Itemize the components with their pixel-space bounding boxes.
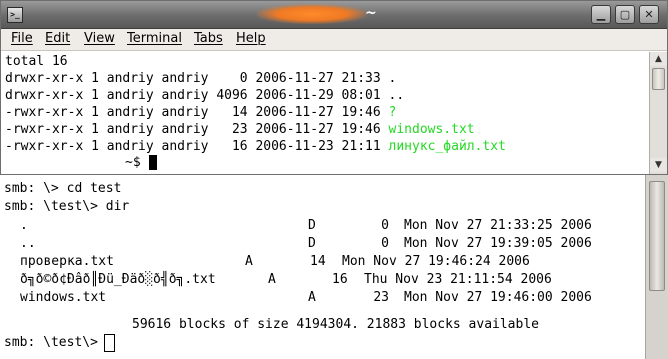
entry-size: 16	[332, 272, 348, 287]
entry-size: 23	[373, 290, 389, 305]
scrollbar-thumb[interactable]	[652, 68, 665, 90]
blocks-summary: 59616 blocks of size 4194304. 21883 bloc…	[132, 317, 539, 332]
entry-attr: A	[268, 272, 276, 287]
window-title: ~	[365, 5, 377, 21]
title-bar[interactable]: >_ ~ ▁ ▢ ✕	[1, 1, 667, 29]
scroll-down-icon[interactable]: ▼	[650, 158, 667, 172]
close-button[interactable]: ✕	[639, 5, 659, 24]
terminal-icon[interactable]: >_	[7, 7, 23, 23]
row-name: ..	[388, 88, 405, 103]
scrollbar-thumb[interactable]	[649, 181, 665, 291]
vertical-scrollbar-lower[interactable]	[645, 175, 668, 359]
text-cursor	[104, 334, 115, 352]
listing-row: drwxr-xr-x 1 andriy andriy 4096 2006-11-…	[5, 88, 404, 103]
smb-command: smb: \> cd test	[4, 181, 122, 196]
entry-size: 0	[381, 236, 389, 251]
row-meta: -rwxr-xr-x 1 andriy andriy 16 2006-11-23…	[5, 139, 389, 154]
shell-prompt: ~$	[125, 155, 149, 170]
row-meta: drwxr-xr-x 1 andriy andriy 0 2006-11-27 …	[5, 71, 389, 86]
entry-date: Mon Nov 27 21:33:25 2006	[404, 218, 592, 233]
listing-row: drwxr-xr-x 1 andriy andriy 0 2006-11-27 …	[5, 71, 396, 86]
smb-prompt: smb: \test\>	[4, 335, 106, 350]
row-meta: -rwxr-xr-x 1 andriy andriy 14 2006-11-27…	[5, 105, 389, 120]
entry-date: Mon Nov 27 19:46:00 2006	[404, 290, 592, 305]
minimize-button[interactable]: ▁	[591, 5, 611, 24]
title-highlight	[257, 4, 367, 24]
entry-attr: A	[245, 254, 253, 269]
smb-command: smb: \test\> dir	[4, 199, 130, 214]
row-meta: -rwxr-xr-x 1 andriy andriy 23 2006-11-27…	[5, 122, 389, 137]
entry-date: Thu Nov 23 21:11:54 2006	[364, 272, 552, 287]
row-name: ?	[388, 105, 397, 120]
menu-help[interactable]: Help	[236, 31, 266, 46]
listing-row: -rwxr-xr-x 1 andriy andriy 16 2006-11-23…	[5, 139, 506, 154]
row-name: линукс_файл.txt	[388, 139, 506, 154]
entry-attr: D	[308, 218, 316, 233]
total-line: total 16	[5, 54, 68, 69]
listing-row: -rwxr-xr-x 1 andriy andriy 14 2006-11-27…	[5, 105, 396, 120]
row-name: .	[388, 71, 397, 86]
entry-attr: A	[308, 290, 316, 305]
entry-name: .	[20, 218, 28, 233]
menu-terminal[interactable]: Terminal	[127, 31, 182, 46]
vertical-scrollbar[interactable]: ▲ ▼	[649, 52, 667, 174]
scroll-up-icon[interactable]: ▲	[650, 52, 667, 66]
entry-name: проверка.txt	[20, 254, 114, 269]
menu-view[interactable]: View	[84, 31, 115, 46]
entry-size: 0	[381, 218, 389, 233]
entry-attr: D	[308, 236, 316, 251]
menu-file[interactable]: File	[11, 31, 33, 46]
row-meta: drwxr-xr-x 1 andriy andriy 4096 2006-11-…	[5, 88, 389, 103]
terminal-window: >_ ~ ▁ ▢ ✕ File Edit View Terminal Tabs …	[0, 0, 668, 175]
entry-date: Mon Nov 27 19:46:24 2006	[342, 254, 530, 269]
menu-edit[interactable]: Edit	[45, 31, 70, 46]
entry-name: ..	[20, 236, 36, 251]
smb-terminal[interactable]: smb: \> cd test smb: \test\> dir . D 0 M…	[0, 178, 645, 359]
listing-row: -rwxr-xr-x 1 andriy andriy 23 2006-11-27…	[5, 122, 475, 137]
entry-size: 14	[310, 254, 326, 269]
maximize-button[interactable]: ▢	[615, 5, 635, 24]
entry-name: ð╗ð©ð¢Ðâð║Ðü_Ðäð░ð╣ð╗.txt	[20, 272, 216, 287]
text-cursor	[149, 155, 157, 170]
menu-bar: File Edit View Terminal Tabs Help	[1, 29, 667, 51]
entry-name: windows.txt	[20, 290, 107, 305]
row-name: windows.txt	[388, 122, 475, 137]
menu-tabs[interactable]: Tabs	[194, 31, 223, 46]
terminal-output[interactable]: total 16 drwxr-xr-x 1 andriy andriy 0 20…	[1, 52, 649, 174]
entry-date: Mon Nov 27 19:39:05 2006	[404, 236, 592, 251]
